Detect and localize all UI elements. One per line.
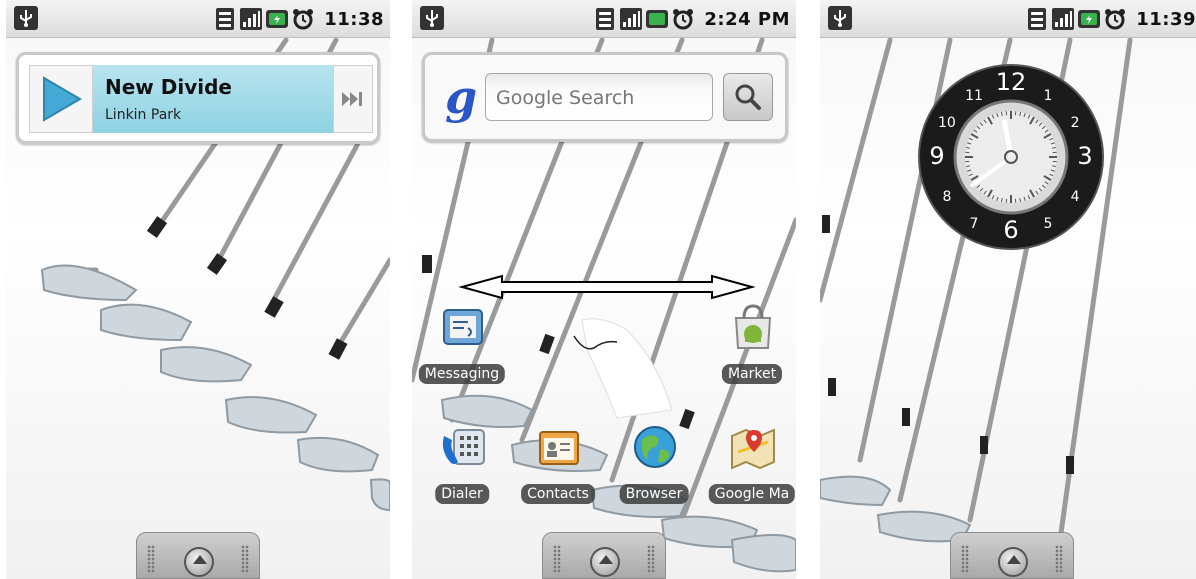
drawer-up-icon xyxy=(590,547,620,577)
clock-numeral: 11 xyxy=(965,88,983,104)
clock-numeral: 8 xyxy=(942,189,951,205)
search-input[interactable]: Google Search xyxy=(485,73,713,121)
drawer-grip-right xyxy=(241,545,249,573)
alarm-icon xyxy=(293,9,314,30)
battery-icon xyxy=(646,10,669,28)
messaging-icon xyxy=(443,309,483,345)
status-bar: 11:38 xyxy=(6,0,390,38)
battery-charging-icon xyxy=(1078,10,1101,28)
status-bar: 2:24 PM xyxy=(412,0,796,38)
clock-numeral: 12 xyxy=(996,68,1027,96)
clock-numeral: 4 xyxy=(1071,189,1080,205)
battery-charging-icon xyxy=(266,10,289,28)
google-logo: g xyxy=(445,70,478,124)
drawer-up-icon xyxy=(998,547,1028,577)
dialer-icon xyxy=(442,429,485,465)
clock-numeral: 1 xyxy=(1044,88,1053,104)
drawer-grip-left xyxy=(961,545,969,573)
drawer-grip-left xyxy=(147,545,155,573)
alarm-icon xyxy=(673,9,694,30)
home-screen-apps: 2:24 PM g Google Search Messaging Market… xyxy=(412,0,796,579)
status-time: 11:38 xyxy=(324,8,384,30)
play-icon xyxy=(43,76,82,122)
signal-icon xyxy=(620,8,643,30)
music-widget[interactable]: New Divide Linkin Park xyxy=(16,52,380,144)
usb-icon xyxy=(420,6,444,30)
app-label: Market xyxy=(721,364,783,384)
browser-icon xyxy=(634,426,676,468)
app-label: Messaging xyxy=(418,364,506,384)
app-dialer[interactable]: Dialer xyxy=(414,422,510,532)
clock-numeral: 10 xyxy=(938,115,956,131)
home-screen-music: 11:38 New Divide Linkin Park xyxy=(6,0,390,579)
app-label: Dialer xyxy=(435,484,489,504)
alarm-icon xyxy=(1105,9,1126,30)
clock-numeral: 9 xyxy=(929,142,944,170)
usb-icon xyxy=(828,6,852,30)
drawer-grip-right xyxy=(1055,545,1063,573)
app-label: Browser xyxy=(619,484,689,504)
search-button[interactable] xyxy=(723,73,773,121)
data-transfer-icon xyxy=(216,8,235,30)
app-drawer-handle[interactable] xyxy=(950,532,1074,579)
play-button[interactable] xyxy=(29,65,93,133)
contacts-icon xyxy=(539,431,579,465)
google-search-widget[interactable]: g Google Search xyxy=(422,52,788,142)
app-browser[interactable]: Browser xyxy=(606,422,702,532)
home-screen-clock: 11:39 12 1 2 3 4 5 6 7 8 9 10 11 xyxy=(820,0,1196,579)
analog-clock-widget[interactable]: 12 1234567891011 xyxy=(918,64,1104,250)
next-track-icon xyxy=(342,92,362,106)
app-label: Contacts xyxy=(521,484,595,504)
clock-numeral: 6 xyxy=(1003,216,1018,244)
app-messaging[interactable]: Messaging xyxy=(414,302,510,412)
app-drawer-handle[interactable] xyxy=(542,532,666,579)
app-drawer-handle[interactable] xyxy=(136,532,260,579)
status-time: 11:39 xyxy=(1136,8,1196,30)
market-icon xyxy=(734,304,772,349)
now-playing-info[interactable]: New Divide Linkin Park xyxy=(93,65,333,133)
drawer-grip-right xyxy=(647,545,655,573)
usb-icon xyxy=(14,6,38,30)
song-artist: Linkin Park xyxy=(105,107,182,123)
status-time: 2:24 PM xyxy=(704,8,790,30)
app-contacts[interactable]: Contacts xyxy=(510,422,606,532)
data-transfer-icon xyxy=(1028,8,1047,30)
song-title: New Divide xyxy=(105,75,232,99)
app-market[interactable]: Market xyxy=(704,302,796,412)
signal-icon xyxy=(240,8,263,30)
app-google-maps[interactable]: Google Ma xyxy=(704,422,796,532)
maps-icon xyxy=(731,428,775,470)
status-bar: 11:39 xyxy=(820,0,1196,38)
next-track-button[interactable] xyxy=(333,65,373,133)
clock-numeral: 3 xyxy=(1077,142,1092,170)
search-icon xyxy=(735,84,761,110)
clock-numeral: 7 xyxy=(970,216,979,232)
app-label: Google Ma xyxy=(708,484,796,504)
drawer-grip-left xyxy=(553,545,561,573)
clock-numeral: 5 xyxy=(1044,216,1053,232)
data-transfer-icon xyxy=(596,8,615,30)
clock-numeral: 2 xyxy=(1071,115,1080,131)
signal-icon xyxy=(1052,8,1075,30)
drawer-up-icon xyxy=(184,547,214,577)
